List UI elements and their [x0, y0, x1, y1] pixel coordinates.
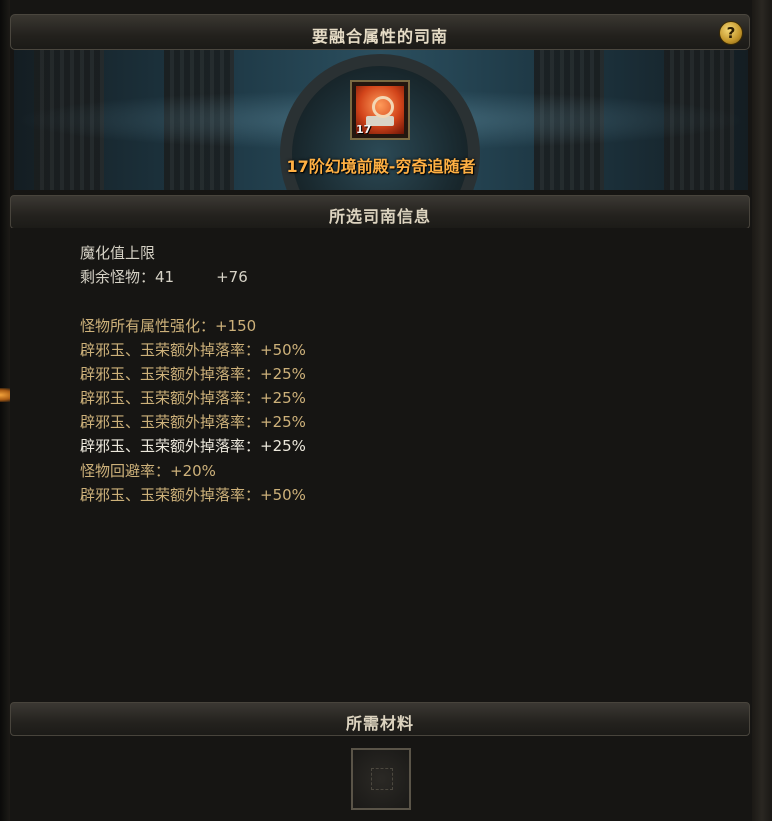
info-line-value: +76 — [216, 268, 248, 286]
window-left-edge — [0, 0, 10, 821]
fusion-window: 要融合属性的司南 ? 17 17阶幻境前殿-穷奇追随者 所选司南信息 魔化值上限… — [0, 0, 772, 821]
info-line: 剩余怪物：41 +76 — [80, 266, 248, 287]
info-line-label: 辟邪玉、玉荣额外掉落率：+50% — [80, 486, 306, 504]
window-title: 要融合属性的司南 — [311, 27, 448, 46]
info-panel: 魔化值上限 剩余怪物：41 +76 怪物所有属性强化：+150 辟邪玉、玉荣额外掉… — [10, 228, 750, 700]
info-line-label: 魔化值上限 — [80, 244, 156, 262]
info-line-label: 辟邪玉、玉荣额外掉落率：+25% — [80, 413, 306, 431]
empty-slot-marker — [371, 768, 393, 790]
item-banner: 17 17阶幻境前殿-穷奇追随者 — [14, 50, 748, 190]
info-line-label: 怪物回避率：+20% — [80, 462, 216, 480]
info-line: 怪物所有属性强化：+150 — [80, 315, 256, 336]
materials-section-title: 所需材料 — [345, 714, 414, 733]
info-section-header: 所选司南信息 — [10, 195, 750, 229]
info-line-label: 剩余怪物：41 — [80, 268, 175, 286]
selected-item-name: 17阶幻境前殿-穷奇追随者 — [286, 157, 476, 176]
material-slot[interactable] — [351, 748, 411, 810]
materials-section-header: 所需材料 — [10, 702, 750, 736]
info-line-label: 怪物所有属性强化：+150 — [80, 317, 257, 335]
title-bar: 要融合属性的司南 ? — [10, 14, 750, 50]
info-line: 辟邪玉、玉荣额外掉落率：+25% — [80, 387, 306, 408]
info-line: 魔化值上限 — [80, 242, 155, 263]
info-line: 怪物回避率：+20% — [80, 460, 216, 481]
info-line-label: 辟邪玉、玉荣额外掉落率：+25% — [80, 389, 306, 407]
item-level-label: 17 — [356, 123, 372, 136]
selected-compass-slot[interactable]: 17 — [350, 80, 410, 140]
help-button[interactable]: ? — [719, 21, 743, 45]
info-line-label: 辟邪玉、玉荣额外掉落率：+25% — [80, 365, 306, 383]
info-line-label: 辟邪玉、玉荣额外掉落率：+25% — [80, 437, 306, 455]
info-line: 辟邪玉、玉荣额外掉落率：+50% — [80, 484, 306, 505]
info-line: 辟邪玉、玉荣额外掉落率：+25% — [80, 411, 306, 432]
info-line: 辟邪玉、玉荣额外掉落率：+50% — [80, 339, 306, 360]
info-section-title: 所选司南信息 — [328, 207, 431, 226]
info-line-label: 辟邪玉、玉荣额外掉落率：+50% — [80, 341, 306, 359]
info-line: 辟邪玉、玉荣额外掉落率：+25% — [80, 435, 306, 456]
window-right-edge — [752, 0, 772, 821]
info-line: 辟邪玉、玉荣额外掉落率：+25% — [80, 363, 306, 384]
